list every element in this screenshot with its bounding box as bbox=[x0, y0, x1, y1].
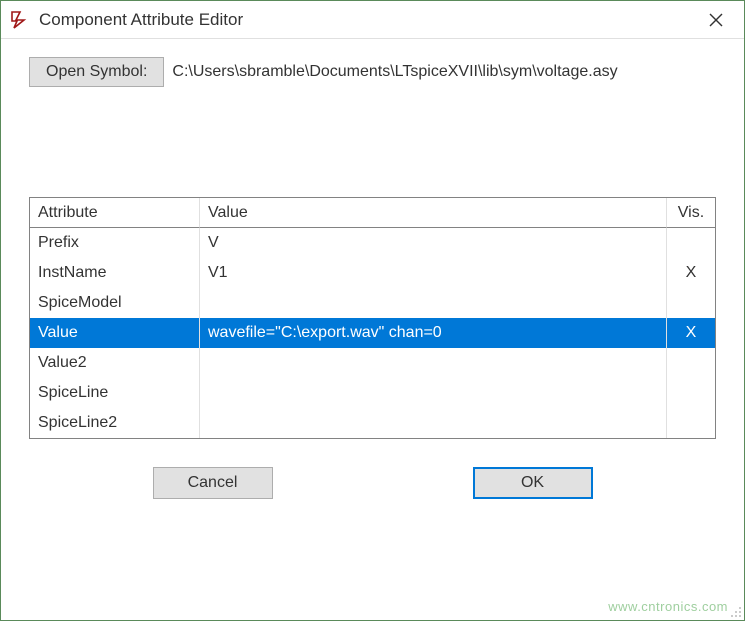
header-value[interactable]: Value bbox=[200, 198, 667, 228]
window-title: Component Attribute Editor bbox=[39, 10, 696, 30]
header-attribute[interactable]: Attribute bbox=[30, 198, 200, 228]
cell-vis[interactable] bbox=[667, 228, 715, 258]
titlebar: Component Attribute Editor bbox=[1, 1, 744, 39]
cell-attribute[interactable]: Value2 bbox=[30, 348, 200, 378]
cell-value[interactable]: V1 bbox=[200, 258, 667, 288]
open-symbol-button[interactable]: Open Symbol: bbox=[29, 57, 164, 87]
cell-value[interactable]: wavefile="C:\export.wav" chan=0 bbox=[200, 318, 667, 348]
table-row[interactable]: InstNameV1X bbox=[30, 258, 715, 288]
app-icon bbox=[9, 9, 31, 31]
cell-value[interactable] bbox=[200, 378, 667, 408]
cell-vis[interactable]: X bbox=[667, 318, 715, 348]
cell-attribute[interactable]: InstName bbox=[30, 258, 200, 288]
cell-value[interactable]: V bbox=[200, 228, 667, 258]
symbol-path-text: C:\Users\sbramble\Documents\LTspiceXVII\… bbox=[172, 63, 617, 81]
open-symbol-row: Open Symbol: C:\Users\sbramble\Documents… bbox=[29, 57, 716, 87]
close-icon bbox=[709, 13, 723, 27]
table-row[interactable]: SpiceLine2 bbox=[30, 408, 715, 438]
cell-attribute[interactable]: Prefix bbox=[30, 228, 200, 258]
cell-vis[interactable] bbox=[667, 378, 715, 408]
cell-attribute[interactable]: Value bbox=[30, 318, 200, 348]
cell-attribute[interactable]: SpiceLine2 bbox=[30, 408, 200, 438]
table-header-row: Attribute Value Vis. bbox=[30, 198, 715, 228]
cell-attribute[interactable]: SpiceLine bbox=[30, 378, 200, 408]
watermark-text: www.cntronics.com bbox=[608, 599, 728, 614]
attribute-table: Attribute Value Vis. PrefixVInstNameV1XS… bbox=[29, 197, 716, 439]
cell-value[interactable] bbox=[200, 348, 667, 378]
table-row[interactable]: SpiceModel bbox=[30, 288, 715, 318]
ok-button[interactable]: OK bbox=[473, 467, 593, 499]
close-button[interactable] bbox=[696, 5, 736, 35]
cell-vis[interactable] bbox=[667, 288, 715, 318]
resize-grip-icon[interactable] bbox=[728, 604, 742, 618]
cell-value[interactable] bbox=[200, 408, 667, 438]
table-row[interactable]: PrefixV bbox=[30, 228, 715, 258]
cell-vis[interactable] bbox=[667, 348, 715, 378]
table-row[interactable]: Valuewavefile="C:\export.wav" chan=0X bbox=[30, 318, 715, 348]
cell-vis[interactable]: X bbox=[667, 258, 715, 288]
header-vis[interactable]: Vis. bbox=[667, 198, 715, 228]
cell-value[interactable] bbox=[200, 288, 667, 318]
dialog-button-row: Cancel OK bbox=[29, 439, 716, 521]
table-row[interactable]: SpiceLine bbox=[30, 378, 715, 408]
cell-attribute[interactable]: SpiceModel bbox=[30, 288, 200, 318]
cancel-button[interactable]: Cancel bbox=[153, 467, 273, 499]
table-body: PrefixVInstNameV1XSpiceModelValuewavefil… bbox=[30, 228, 715, 438]
dialog-content: Open Symbol: C:\Users\sbramble\Documents… bbox=[1, 39, 744, 620]
cell-vis[interactable] bbox=[667, 408, 715, 438]
table-row[interactable]: Value2 bbox=[30, 348, 715, 378]
